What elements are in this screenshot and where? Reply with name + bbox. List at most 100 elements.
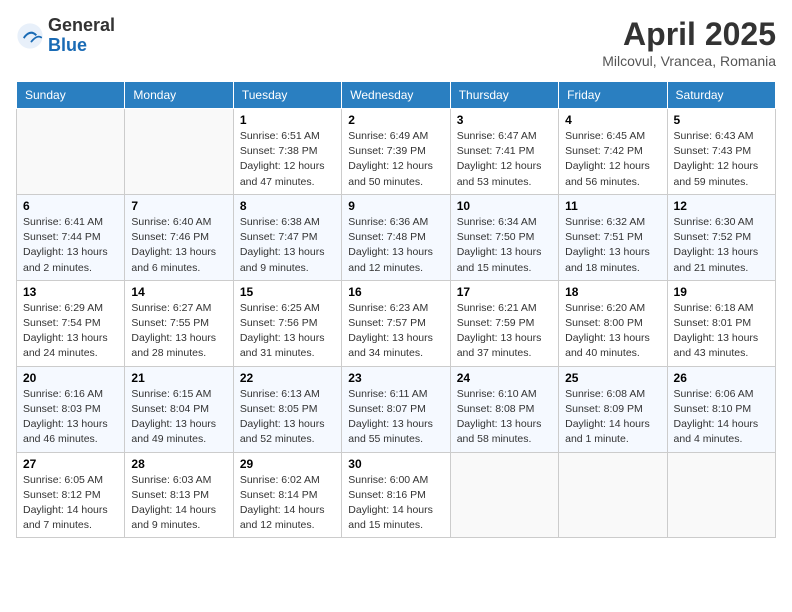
day-number: 12 — [674, 199, 769, 213]
day-number: 30 — [348, 457, 443, 471]
calendar-cell: 29Sunrise: 6:02 AMSunset: 8:14 PMDayligh… — [233, 452, 341, 538]
day-number: 4 — [565, 113, 660, 127]
day-info: Sunrise: 6:13 AMSunset: 8:05 PMDaylight:… — [240, 387, 335, 448]
calendar-cell: 23 Sunrise: 6:11 AMSunset: 8:07 PMDayligh… — [342, 366, 450, 452]
day-number: 20 — [23, 371, 118, 385]
calendar-cell — [17, 109, 125, 195]
calendar-table: SundayMondayTuesdayWednesdayThursdayFrid… — [16, 81, 776, 538]
calendar-header-row: SundayMondayTuesdayWednesdayThursdayFrid… — [17, 82, 776, 109]
logo-general: General — [48, 16, 115, 36]
day-header-sunday: Sunday — [17, 82, 125, 109]
day-number: 6 — [23, 199, 118, 213]
day-info: Sunrise: 6:16 AMSunset: 8:03 PMDaylight:… — [23, 387, 118, 448]
calendar-cell: 20 Sunrise: 6:16 AMSunset: 8:03 PMDayligh… — [17, 366, 125, 452]
day-info: Sunrise: 6:18 AMSunset: 8:01 PMDaylight:… — [674, 301, 769, 362]
calendar-week-row: 27 Sunrise: 6:05 AMSunset: 8:12 PMDayligh… — [17, 452, 776, 538]
logo: General Blue — [16, 16, 115, 56]
day-number: 3 — [457, 113, 552, 127]
day-number: 18 — [565, 285, 660, 299]
calendar-cell: 8 Sunrise: 6:38 AMSunset: 7:47 PMDaylight… — [233, 194, 341, 280]
day-number: 23 — [348, 371, 443, 385]
day-number: 10 — [457, 199, 552, 213]
day-number: 11 — [565, 199, 660, 213]
calendar-cell: 21Sunrise: 6:15 AMSunset: 8:04 PMDayligh… — [125, 366, 233, 452]
page-header: General Blue April 2025 Milcovul, Vrance… — [16, 16, 776, 69]
calendar-cell: 2Sunrise: 6:49 AMSunset: 7:39 PMDaylight… — [342, 109, 450, 195]
calendar-cell: 26 Sunrise: 6:06 AMSunset: 8:10 PMDayligh… — [667, 366, 775, 452]
logo-text: General Blue — [48, 16, 115, 56]
calendar-cell — [450, 452, 558, 538]
calendar-cell: 25 Sunrise: 6:08 AMSunset: 8:09 PMDayligh… — [559, 366, 667, 452]
day-info: Sunrise: 6:34 AMSunset: 7:50 PMDaylight:… — [457, 215, 552, 276]
day-header-tuesday: Tuesday — [233, 82, 341, 109]
day-number: 14 — [131, 285, 226, 299]
day-number: 27 — [23, 457, 118, 471]
day-info: Sunrise: 6:29 AMSunset: 7:54 PMDaylight:… — [23, 301, 118, 362]
calendar-cell: 7Sunrise: 6:40 AMSunset: 7:46 PMDaylight… — [125, 194, 233, 280]
day-info: Sunrise: 6:38 AMSunset: 7:47 PMDaylight:… — [240, 215, 335, 276]
day-number: 8 — [240, 199, 335, 213]
day-number: 26 — [674, 371, 769, 385]
day-info: Sunrise: 6:21 AMSunset: 7:59 PMDaylight:… — [457, 301, 552, 362]
day-header-thursday: Thursday — [450, 82, 558, 109]
calendar-cell: 13 Sunrise: 6:29 AMSunset: 7:54 PMDayligh… — [17, 280, 125, 366]
day-header-wednesday: Wednesday — [342, 82, 450, 109]
calendar-cell: 14Sunrise: 6:27 AMSunset: 7:55 PMDayligh… — [125, 280, 233, 366]
day-info: Sunrise: 6:10 AMSunset: 8:08 PMDaylight:… — [457, 387, 552, 448]
day-info: Sunrise: 6:41 AMSunset: 7:44 PMDaylight:… — [23, 215, 118, 276]
day-number: 1 — [240, 113, 335, 127]
calendar-week-row: 6 Sunrise: 6:41 AMSunset: 7:44 PMDaylight… — [17, 194, 776, 280]
calendar-week-row: 1 Sunrise: 6:51 AMSunset: 7:38 PMDaylight… — [17, 109, 776, 195]
calendar-cell: 6 Sunrise: 6:41 AMSunset: 7:44 PMDaylight… — [17, 194, 125, 280]
day-number: 13 — [23, 285, 118, 299]
day-info: Sunrise: 6:23 AMSunset: 7:57 PMDaylight:… — [348, 301, 443, 362]
day-info: Sunrise: 6:02 AMSunset: 8:14 PMDaylight:… — [240, 473, 335, 534]
day-info: Sunrise: 6:40 AMSunset: 7:46 PMDaylight:… — [131, 215, 226, 276]
logo-blue: Blue — [48, 36, 115, 56]
calendar-cell — [667, 452, 775, 538]
day-info: Sunrise: 6:45 AMSunset: 7:42 PMDaylight:… — [565, 129, 660, 190]
title-block: April 2025 Milcovul, Vrancea, Romania — [602, 16, 776, 69]
day-info: Sunrise: 6:15 AMSunset: 8:04 PMDaylight:… — [131, 387, 226, 448]
calendar-cell: 24 Sunrise: 6:10 AMSunset: 8:08 PMDayligh… — [450, 366, 558, 452]
day-info: Sunrise: 6:47 AMSunset: 7:41 PMDaylight:… — [457, 129, 552, 190]
calendar-cell: 17 Sunrise: 6:21 AMSunset: 7:59 PMDayligh… — [450, 280, 558, 366]
day-info: Sunrise: 6:03 AMSunset: 8:13 PMDaylight:… — [131, 473, 226, 534]
calendar-cell: 11Sunrise: 6:32 AMSunset: 7:51 PMDayligh… — [559, 194, 667, 280]
day-number: 9 — [348, 199, 443, 213]
calendar-week-row: 13 Sunrise: 6:29 AMSunset: 7:54 PMDayligh… — [17, 280, 776, 366]
day-info: Sunrise: 6:11 AMSunset: 8:07 PMDaylight:… — [348, 387, 443, 448]
day-header-monday: Monday — [125, 82, 233, 109]
calendar-cell: 3 Sunrise: 6:47 AMSunset: 7:41 PMDaylight… — [450, 109, 558, 195]
month-title: April 2025 — [602, 16, 776, 53]
day-info: Sunrise: 6:20 AMSunset: 8:00 PMDaylight:… — [565, 301, 660, 362]
day-number: 25 — [565, 371, 660, 385]
calendar-cell: 16 Sunrise: 6:23 AMSunset: 7:57 PMDayligh… — [342, 280, 450, 366]
calendar-cell: 27 Sunrise: 6:05 AMSunset: 8:12 PMDayligh… — [17, 452, 125, 538]
calendar-cell: 12 Sunrise: 6:30 AMSunset: 7:52 PMDayligh… — [667, 194, 775, 280]
day-info: Sunrise: 6:30 AMSunset: 7:52 PMDaylight:… — [674, 215, 769, 276]
day-number: 28 — [131, 457, 226, 471]
day-number: 16 — [348, 285, 443, 299]
calendar-cell: 1 Sunrise: 6:51 AMSunset: 7:38 PMDaylight… — [233, 109, 341, 195]
day-header-saturday: Saturday — [667, 82, 775, 109]
day-info: Sunrise: 6:25 AMSunset: 7:56 PMDaylight:… — [240, 301, 335, 362]
day-info: Sunrise: 6:05 AMSunset: 8:12 PMDaylight:… — [23, 473, 118, 534]
calendar-cell: 4 Sunrise: 6:45 AMSunset: 7:42 PMDaylight… — [559, 109, 667, 195]
calendar-cell: 22Sunrise: 6:13 AMSunset: 8:05 PMDayligh… — [233, 366, 341, 452]
day-number: 19 — [674, 285, 769, 299]
calendar-cell: 15 Sunrise: 6:25 AMSunset: 7:56 PMDayligh… — [233, 280, 341, 366]
day-number: 15 — [240, 285, 335, 299]
logo-icon — [16, 22, 44, 50]
calendar-cell: 9Sunrise: 6:36 AMSunset: 7:48 PMDaylight… — [342, 194, 450, 280]
calendar-cell: 19 Sunrise: 6:18 AMSunset: 8:01 PMDayligh… — [667, 280, 775, 366]
calendar-cell — [559, 452, 667, 538]
day-number: 17 — [457, 285, 552, 299]
day-number: 24 — [457, 371, 552, 385]
day-info: Sunrise: 6:06 AMSunset: 8:10 PMDaylight:… — [674, 387, 769, 448]
calendar-cell: 30 Sunrise: 6:00 AMSunset: 8:16 PMDayligh… — [342, 452, 450, 538]
day-info: Sunrise: 6:08 AMSunset: 8:09 PMDaylight:… — [565, 387, 660, 448]
day-info: Sunrise: 6:51 AMSunset: 7:38 PMDaylight:… — [240, 129, 335, 190]
day-info: Sunrise: 6:00 AMSunset: 8:16 PMDaylight:… — [348, 473, 443, 534]
location: Milcovul, Vrancea, Romania — [602, 53, 776, 69]
